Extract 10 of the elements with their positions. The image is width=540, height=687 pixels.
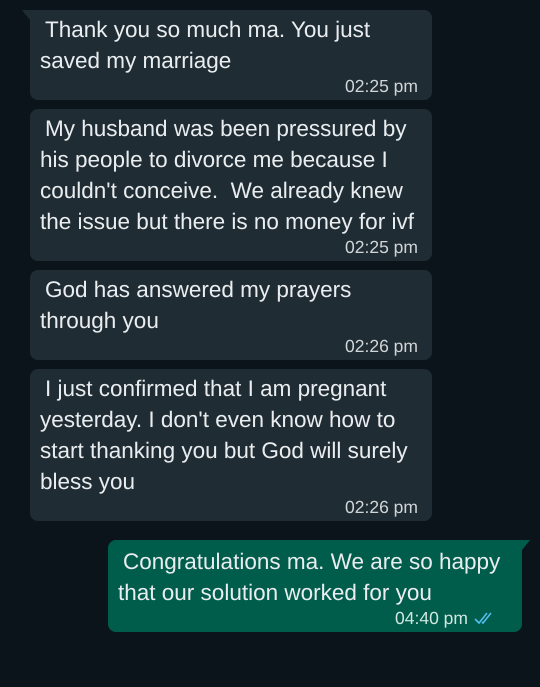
message-time: 04:40 pm xyxy=(395,608,468,628)
message-time: 02:26 pm xyxy=(345,496,418,518)
message-text: I just confirmed that I am pregnant yesterday. I don't even know how to start thanking you but God will surely bless you xyxy=(40,375,409,496)
message-text: Thank you so much ma. You just saved my marriage xyxy=(40,16,372,75)
message-time: 02:25 pm xyxy=(345,236,418,258)
message-time: 02:26 pm xyxy=(345,336,418,356)
message-time: 02:25 pm xyxy=(345,76,418,96)
message-text: My husband was been pressured by his people to divorce me because I couldn't conceive. We already knew the issue but there is no money for ivf xyxy=(40,115,415,236)
message-text: Congratulations ma. We are so happy that our solution worked for you xyxy=(118,548,502,607)
message-text: God has answered my prayers through you xyxy=(40,276,352,335)
